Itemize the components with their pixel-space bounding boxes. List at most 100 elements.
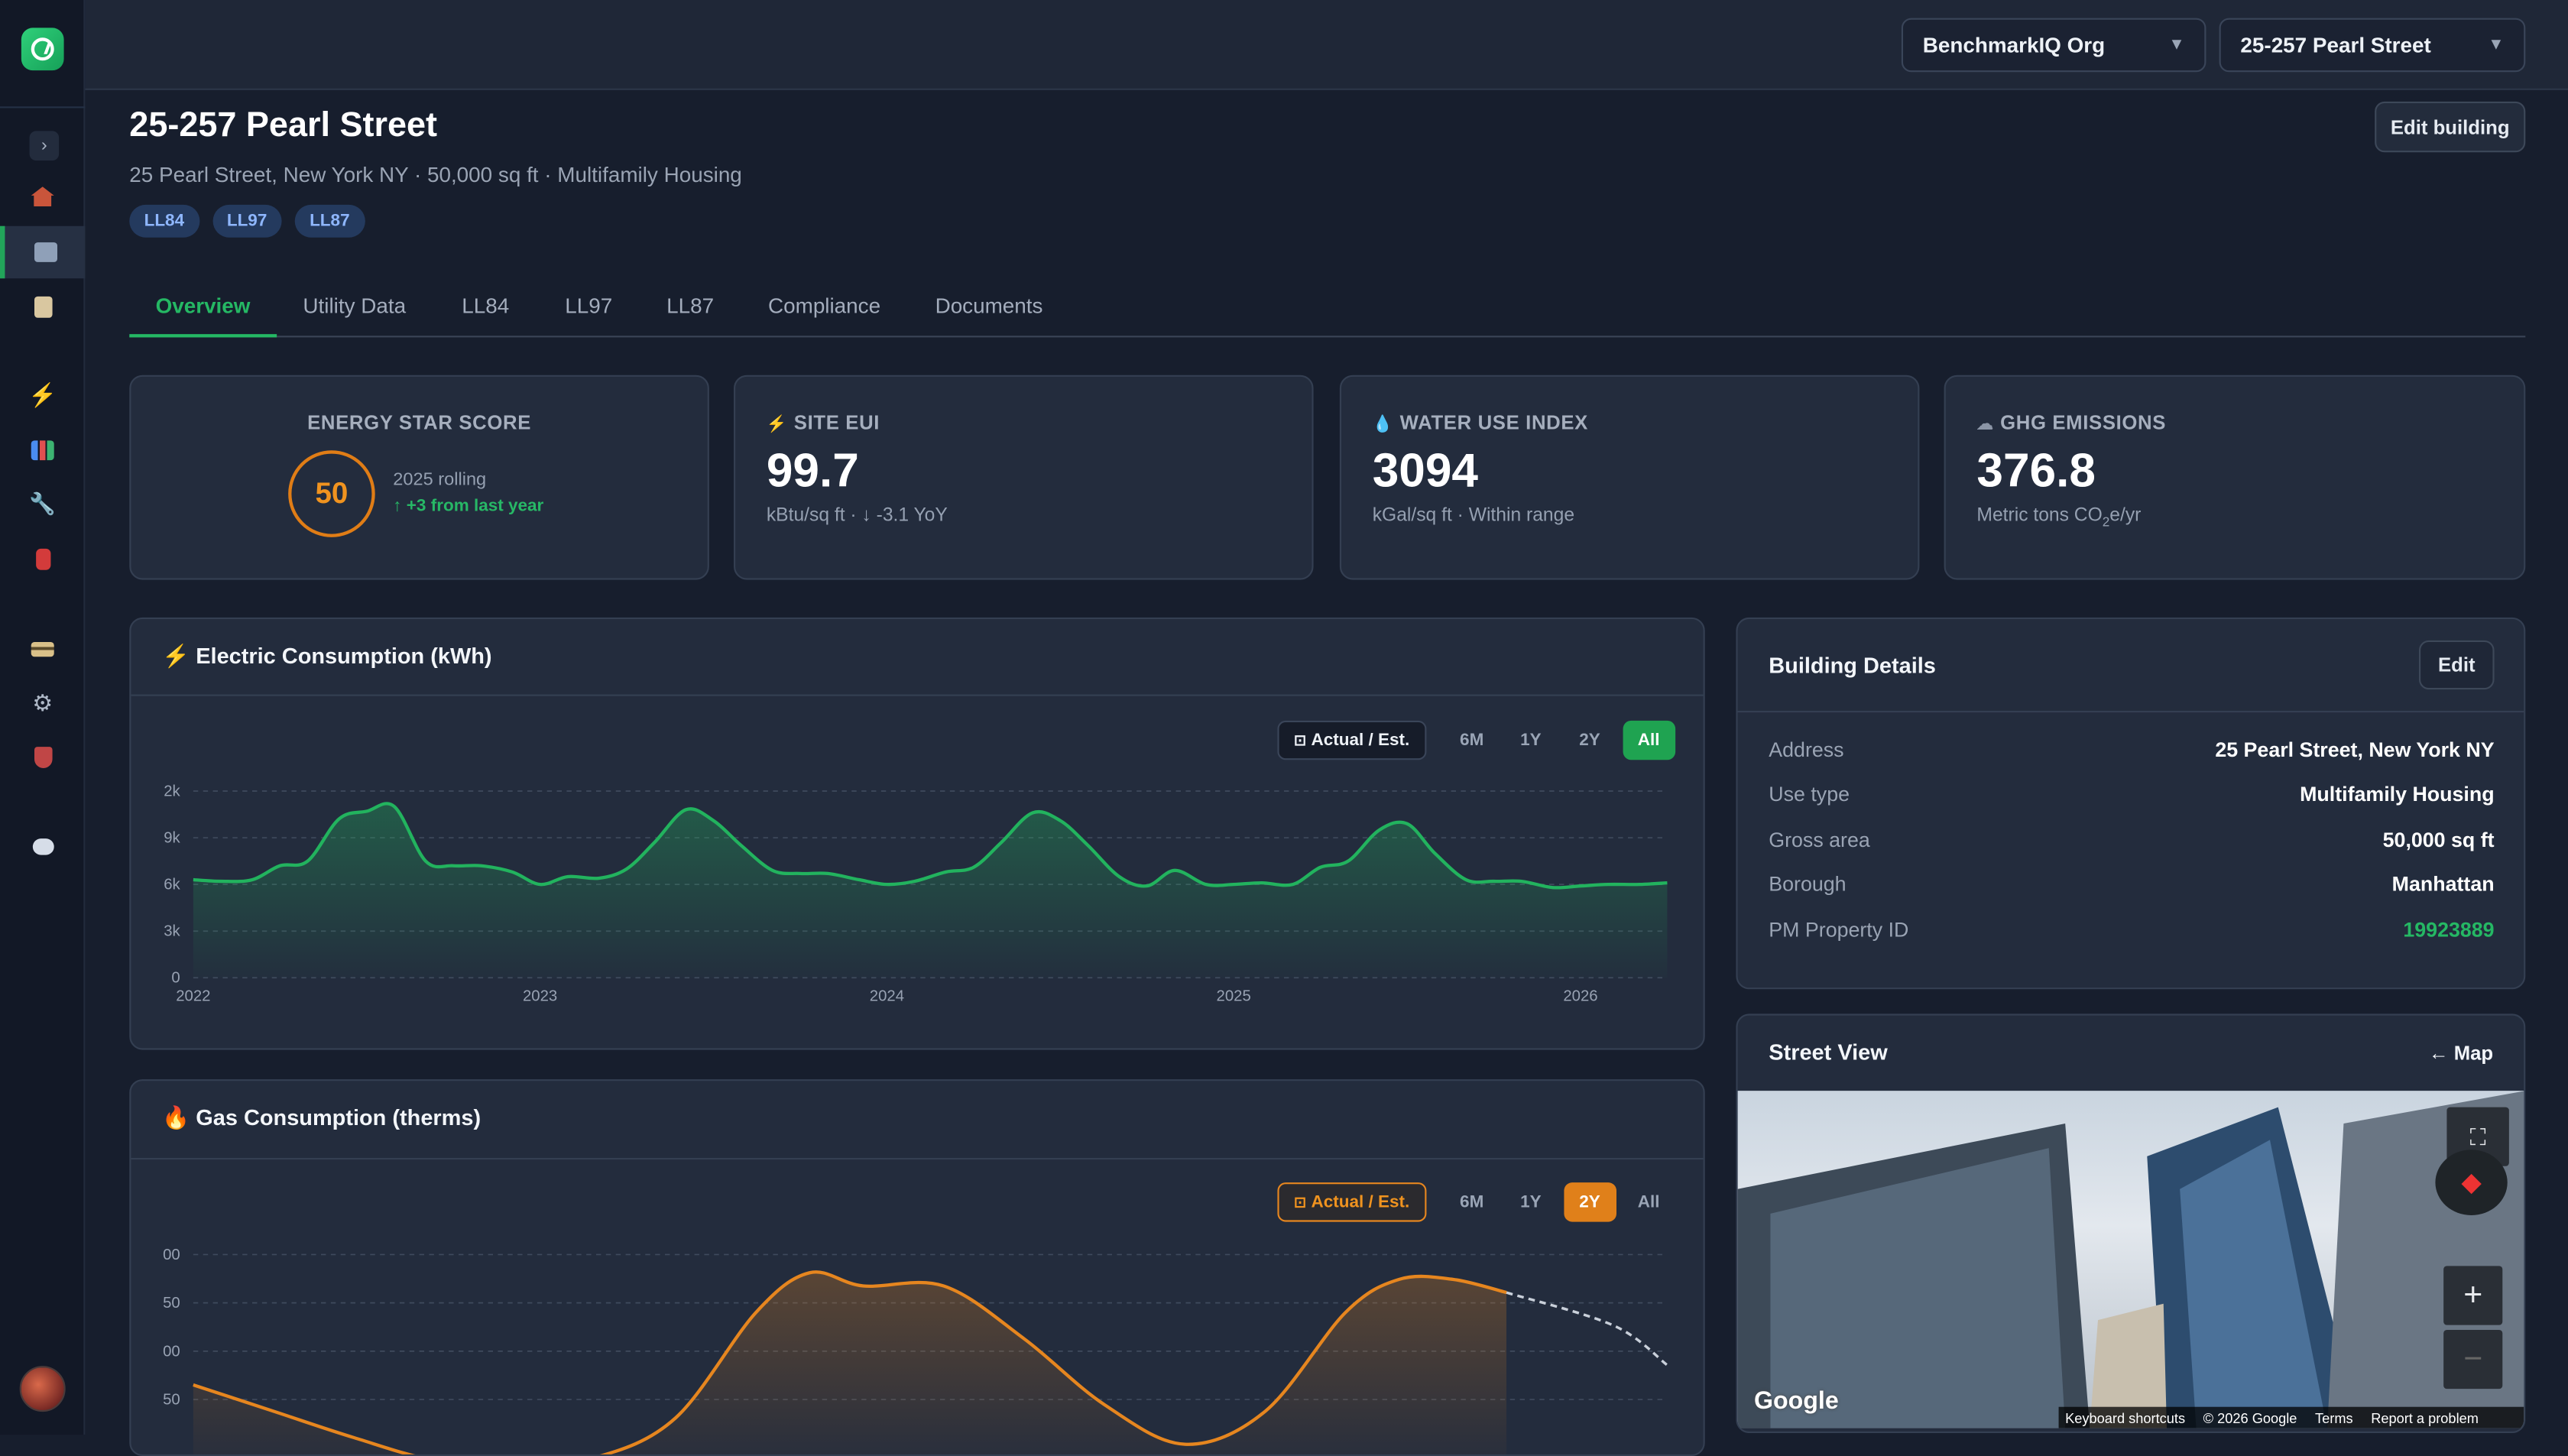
sidebar-item-safety[interactable] <box>0 532 85 585</box>
bar-chart-icon <box>31 440 54 461</box>
tab-ll97[interactable]: LL97 <box>565 293 612 318</box>
x-tick-label: 2025 <box>1217 987 1251 1004</box>
compliance-tags: LL84 LL97 LL87 <box>129 204 365 238</box>
sidebar-item-security[interactable] <box>0 731 85 783</box>
site-eui-card: ⚡ SITE EUI 99.7 kBtu/sq ft · ↓ -3.1 YoY <box>734 375 1314 580</box>
keyboard-shortcuts-link[interactable]: Keyboard shortcuts <box>2065 1409 2185 1425</box>
energy-star-card: ENERGY STAR SCORE 50 2025 rolling ↑ +3 f… <box>129 375 709 580</box>
compass-icon[interactable]: ◆ <box>2435 1150 2508 1215</box>
detail-value: 50,000 sq ft <box>2382 829 2495 852</box>
energy-star-delta: ↑ +3 from last year <box>393 496 543 516</box>
tag-ll87: LL87 <box>294 204 365 238</box>
building-select[interactable]: 25-257 Pearl Street ▼ <box>2219 18 2526 73</box>
sidebar: › ⚡ 🔧 ⚙ <box>0 0 86 1435</box>
active-tab-underline <box>129 334 277 338</box>
x-tick-label: 2026 <box>1563 987 1597 1004</box>
y-tick-label: 0 <box>171 970 180 987</box>
fire-extinguisher-icon <box>35 547 50 569</box>
y-tick-label: 2k <box>164 783 180 799</box>
clipboard-icon <box>33 295 52 317</box>
tab-ll84[interactable]: LL84 <box>462 293 509 318</box>
gas-chart: 50 00 50 00 <box>163 1247 1668 1454</box>
detail-value: Manhattan <box>2391 873 2495 897</box>
building-details-edit-button[interactable]: Edit <box>2419 640 2495 690</box>
edit-building-button[interactable]: Edit building <box>2375 101 2526 153</box>
y-tick-label: 3k <box>164 923 180 940</box>
sidebar-item-support[interactable] <box>0 821 85 874</box>
ghg-label: GHG EMISSIONS <box>2000 410 2167 434</box>
detail-value: Multifamily Housing <box>2300 783 2495 806</box>
tab-overview[interactable]: Overview <box>156 293 251 318</box>
chat-icon <box>31 838 54 855</box>
energy-star-label: ENERGY STAR SCORE <box>307 410 532 434</box>
org-select[interactable]: BenchmarkIQ Org ▼ <box>1901 18 2206 73</box>
energy-star-period: 2025 rolling <box>393 470 487 490</box>
detail-row-use-type: Use type Multifamily Housing <box>1769 783 2494 816</box>
app-logo-icon[interactable] <box>21 28 64 71</box>
ghg-sub-pre: Metric tons CO <box>1976 506 2103 526</box>
page-subtitle: 25 Pearl Street, New York NY · 50,000 sq… <box>129 162 742 187</box>
sidebar-item-reports[interactable] <box>0 280 85 332</box>
user-avatar[interactable] <box>19 1366 66 1412</box>
detail-label: Gross area <box>1769 829 1870 852</box>
building-tabs: Overview Utility Data LL84 LL97 LL87 Com… <box>129 275 2526 338</box>
sidebar-item-energy[interactable]: ⚡ <box>0 368 85 421</box>
tab-compliance[interactable]: Compliance <box>768 293 880 318</box>
street-view-panel: Street View ← Map ⛶ ◆ + − Google Keyboar… <box>1736 1013 2526 1433</box>
sidebar-item-maintenance[interactable]: 🔧 <box>0 478 85 531</box>
tab-documents[interactable]: Documents <box>935 293 1043 318</box>
building-details-divider <box>1737 711 2524 713</box>
chevron-down-icon: ▼ <box>2168 36 2185 54</box>
ghg-sub: Metric tons CO2e/yr <box>1976 506 2141 530</box>
detail-label: Borough <box>1769 873 1847 897</box>
sidebar-item-settings[interactable]: ⚙ <box>0 676 85 729</box>
ghg-card: ☁ GHG EMISSIONS 376.8 Metric tons CO2e/yr <box>1944 375 2526 580</box>
zoom-in-icon[interactable]: + <box>2443 1266 2503 1325</box>
report-problem-link[interactable]: Report a problem <box>2371 1409 2479 1425</box>
sidebar-item-home[interactable] <box>0 170 85 223</box>
zoom-out-icon[interactable]: − <box>2443 1330 2503 1390</box>
building-details-panel: Building Details Edit Address 25 Pearl St… <box>1736 617 2526 990</box>
ghg-sub-post: e/yr <box>2109 506 2142 526</box>
pm-property-id-link[interactable]: 19923889 <box>2403 919 2494 952</box>
building-select-value: 25-257 Pearl Street <box>2240 32 2431 57</box>
street-view-image[interactable]: ⛶ ◆ + − Google Keyboard shortcuts © 2026… <box>1737 1091 2524 1428</box>
detail-row-gross-area: Gross area 50,000 sq ft <box>1769 829 2494 861</box>
lightning-icon: ⚡ <box>766 416 788 434</box>
x-tick-label: 2024 <box>870 987 904 1004</box>
y-tick-label: 00 <box>163 1343 180 1360</box>
site-eui-label-row: ⚡ SITE EUI <box>767 411 880 434</box>
detail-label: Use type <box>1769 783 1850 806</box>
building-icon <box>33 242 57 262</box>
google-logo: Google <box>1754 1387 1839 1415</box>
energy-star-score-ring: 50 <box>288 450 375 537</box>
copyright-text: © 2026 Google <box>2203 1409 2297 1426</box>
water-label: WATER USE INDEX <box>1399 410 1589 434</box>
tab-utility-data[interactable]: Utility Data <box>303 293 406 318</box>
credit-card-icon <box>31 640 54 657</box>
sidebar-expand-chevron-icon[interactable]: › <box>29 131 60 161</box>
sidebar-item-buildings[interactable] <box>0 225 86 279</box>
y-tick-label: 00 <box>163 1247 180 1263</box>
top-bar: BenchmarkIQ Org ▼ 25-257 Pearl Street ▼ <box>85 0 2568 90</box>
y-tick-label: 50 <box>163 1295 180 1312</box>
x-tick-label: 2023 <box>523 987 557 1004</box>
sidebar-divider <box>0 106 86 109</box>
gear-icon: ⚙ <box>32 689 54 715</box>
water-value: 3094 <box>1372 445 1478 498</box>
site-eui-label: SITE EUI <box>793 410 880 434</box>
tab-ll87[interactable]: LL87 <box>666 293 714 318</box>
sidebar-item-analytics[interactable] <box>0 424 85 477</box>
street-view-title: Street View <box>1769 1039 1888 1065</box>
back-to-map-link[interactable]: ← Map <box>2429 1042 2493 1065</box>
detail-label: Address <box>1769 738 1844 762</box>
tag-ll97: LL97 <box>212 204 282 238</box>
org-select-value: BenchmarkIQ Org <box>1922 32 2106 57</box>
terms-link[interactable]: Terms <box>2315 1409 2353 1425</box>
y-tick-label: 50 <box>163 1391 180 1408</box>
arrow-up-icon: ↑ <box>393 496 407 516</box>
gas-panel: 🔥 Gas Consumption (therms) ⊡ Actual / Est… <box>129 1079 1705 1456</box>
detail-value: 25 Pearl Street, New York NY <box>2215 738 2495 762</box>
electric-area <box>193 803 1668 978</box>
sidebar-item-billing[interactable] <box>0 622 85 675</box>
